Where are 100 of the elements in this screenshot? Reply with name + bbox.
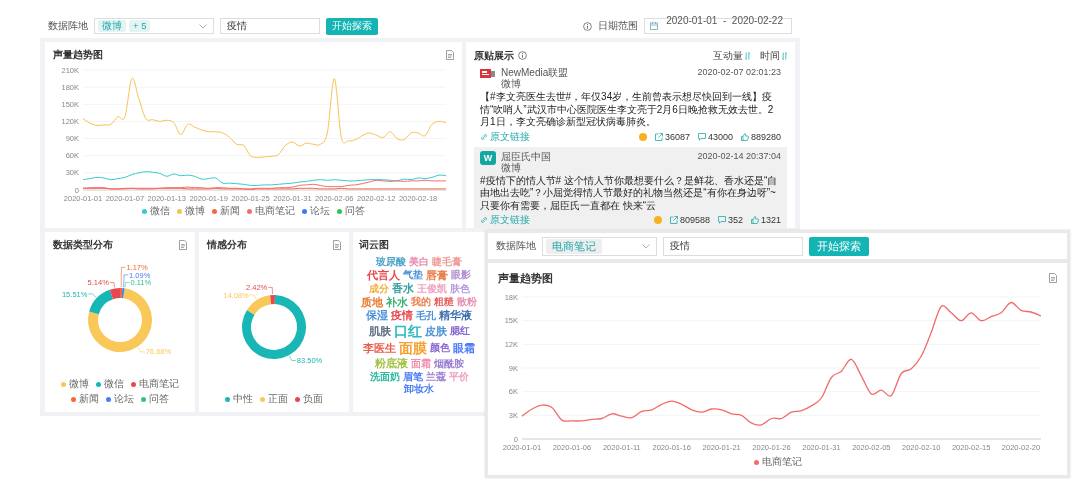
legend-label: 中性 xyxy=(233,392,253,406)
like-count: 889280 xyxy=(750,131,781,142)
cloud-word: 毛孔 xyxy=(416,310,436,322)
author-name: NewMedia联盟 xyxy=(501,67,569,78)
cloud-word: 散粉 xyxy=(457,296,477,308)
document-icon[interactable] xyxy=(446,50,454,60)
cloud-word: 卸妆水 xyxy=(404,383,434,395)
legend-label: 微信 xyxy=(150,204,170,218)
document-icon[interactable] xyxy=(1049,273,1057,283)
keyword-input[interactable]: 疫情 xyxy=(220,18,320,34)
cloud-word: 成分 xyxy=(368,282,389,295)
legend-label: 新闻 xyxy=(79,392,99,406)
post-card[interactable]: NewMedia联盟 微博 2020-02-07 02:01:23 【#李文亮医生去世#，年仅34岁，生前曾表示想尽快回到一线】疫情“吹哨人”武汉市中心医院医生李文亮于2月6日晚抢救无效去世。2月1日，李文亮确诊新型冠状病毒肺炎。 原文链接 36087 43000 889280 xyxy=(474,63,787,147)
field-label: 数据阵地 xyxy=(496,239,536,253)
cloud-word: 我的 xyxy=(411,296,431,308)
cloud-word: 气垫 xyxy=(403,269,423,281)
share-count: 809588 xyxy=(679,215,710,225)
platform-label: 微博 xyxy=(501,78,522,89)
cloud-word: 眉笔 xyxy=(402,370,423,383)
legend-label: 微博 xyxy=(185,204,205,218)
sort-label[interactable]: 时间 xyxy=(760,48,780,63)
cloud-word: 精华液 xyxy=(439,309,472,323)
thumbs-up-icon xyxy=(750,216,759,224)
leader-line xyxy=(137,346,145,352)
sort-icon[interactable] xyxy=(782,51,787,60)
legend-label: 论坛 xyxy=(310,204,330,218)
legend-label: 电商笔记 xyxy=(761,455,802,469)
thumbs-up-icon xyxy=(740,132,749,141)
legend-label: 问答 xyxy=(149,392,169,406)
cloud-word: 肌肤 xyxy=(368,324,391,338)
leader-line xyxy=(109,281,115,288)
leader-line xyxy=(267,287,273,295)
circle-icon xyxy=(653,216,662,224)
cloud-word: 唇膏 xyxy=(426,268,448,282)
link-icon xyxy=(480,132,488,141)
date-range-picker[interactable]: 2020-01-01 - 2020-02-22 xyxy=(644,18,792,34)
document-icon[interactable] xyxy=(333,240,341,250)
sort-icon[interactable] xyxy=(745,51,750,60)
cloud-word: 粉底液 xyxy=(374,357,408,370)
cloud-word: 洗面奶 xyxy=(369,370,400,383)
cloud-word: 粗糙 xyxy=(434,296,454,308)
cloud-word: 面膜 xyxy=(399,340,427,357)
link-icon xyxy=(480,216,488,224)
platform-label: 微博 xyxy=(501,161,522,173)
document-icon[interactable] xyxy=(179,240,187,250)
cloud-word: 眼霜 xyxy=(453,341,475,355)
panel-title: 声量趋势图 xyxy=(498,270,553,286)
cloud-word: 香水 xyxy=(391,282,414,295)
cloud-word: 睫毛膏 xyxy=(432,256,462,268)
legend-label: 论坛 xyxy=(114,392,134,406)
share-icon xyxy=(654,132,663,141)
cloud-word: 王俊凯 xyxy=(416,282,447,295)
chevron-down-icon xyxy=(199,23,207,29)
comment-icon xyxy=(697,132,706,141)
cloud-word: 肤色 xyxy=(449,282,470,295)
legend-label: 问答 xyxy=(345,204,365,218)
comment-count: 43000 xyxy=(707,131,733,142)
cloud-word: 代言人 xyxy=(367,268,400,282)
share-icon xyxy=(669,216,678,224)
leader-line xyxy=(249,294,257,300)
legend-label: 新闻 xyxy=(220,204,240,218)
date-range-label: 日期范围 xyxy=(598,19,639,33)
post-time: 2020-02-07 02:01:23 xyxy=(697,67,781,77)
keyword-input[interactable]: 疫情 xyxy=(663,236,803,256)
share-count: 36087 xyxy=(664,131,690,142)
leader-line xyxy=(289,355,297,361)
cloud-word: 兰蔻 xyxy=(425,370,446,383)
comment-count: 352 xyxy=(727,215,743,225)
legend-label: 微博 xyxy=(69,377,89,391)
panel-title: 数据类型分布 xyxy=(53,238,113,252)
legend-label: 电商笔记 xyxy=(139,377,179,391)
cloud-word: 保湿 xyxy=(366,309,388,323)
cloud-word: 腮红 xyxy=(449,325,470,337)
post-text: 【#李文亮医生去世#，年仅34岁，生前曾表示想尽快回到一线】疫情“吹哨人”武汉市中心医院医生李文亮于2月6日晚抢救无效去世。2月1日，李文亮确诊新型冠状病毒肺炎。 xyxy=(480,91,775,129)
cloud-word: 美白 xyxy=(409,256,429,268)
info-icon xyxy=(583,21,593,31)
post-card[interactable]: W 屈臣氏中国 微博 2020-02-14 20:37:04 #疫情下的情人节# 这个情人节你最想要什么？是鲜花、香水还是“自由地出去吃”？小屈觉得情人节最好的礼物当然还是“有你在身边呀”~只要你有需要，屈臣氏一直都在 快来“云 原文链接 809588 352 1321 xyxy=(474,146,787,228)
info-icon xyxy=(518,51,527,60)
sort-label[interactable]: 互动量 xyxy=(713,48,743,63)
cloud-word: 颜色 xyxy=(430,342,450,354)
cloud-word: 补水 xyxy=(386,295,408,309)
legend-label: 电商笔记 xyxy=(255,204,295,218)
cloud-word: 质地 xyxy=(361,295,383,309)
legend-label: 正面 xyxy=(268,392,288,406)
panel-title: 声量趋势图 xyxy=(53,48,103,62)
cloud-word: 疫情 xyxy=(391,309,413,323)
field-label: 数据阵地 xyxy=(48,19,88,33)
like-count: 1321 xyxy=(760,215,781,225)
cloud-word: 皮肤 xyxy=(424,324,447,338)
panel-title: 情感分布 xyxy=(207,238,247,252)
comment-icon xyxy=(717,216,726,224)
cloud-word: 玻尿酸 xyxy=(376,256,406,268)
panel-title: 原贴展示 xyxy=(474,48,514,63)
cloud-word: 李医生 xyxy=(363,341,396,355)
post-text: #疫情下的情人节# 这个情人节你最想要什么？是鲜花、香水还是“自由地出去吃”？小屈觉得情人节最好的礼物当然还是“有你在身边呀”~只要你有需要，屈臣氏一直都在 快来“云 xyxy=(480,174,779,212)
panel-title: 词云图 xyxy=(359,238,389,252)
brand-logo: W xyxy=(480,150,496,165)
cloud-word: 口红 xyxy=(393,323,422,340)
newspaper-icon xyxy=(480,67,496,79)
circle-icon xyxy=(638,132,647,141)
